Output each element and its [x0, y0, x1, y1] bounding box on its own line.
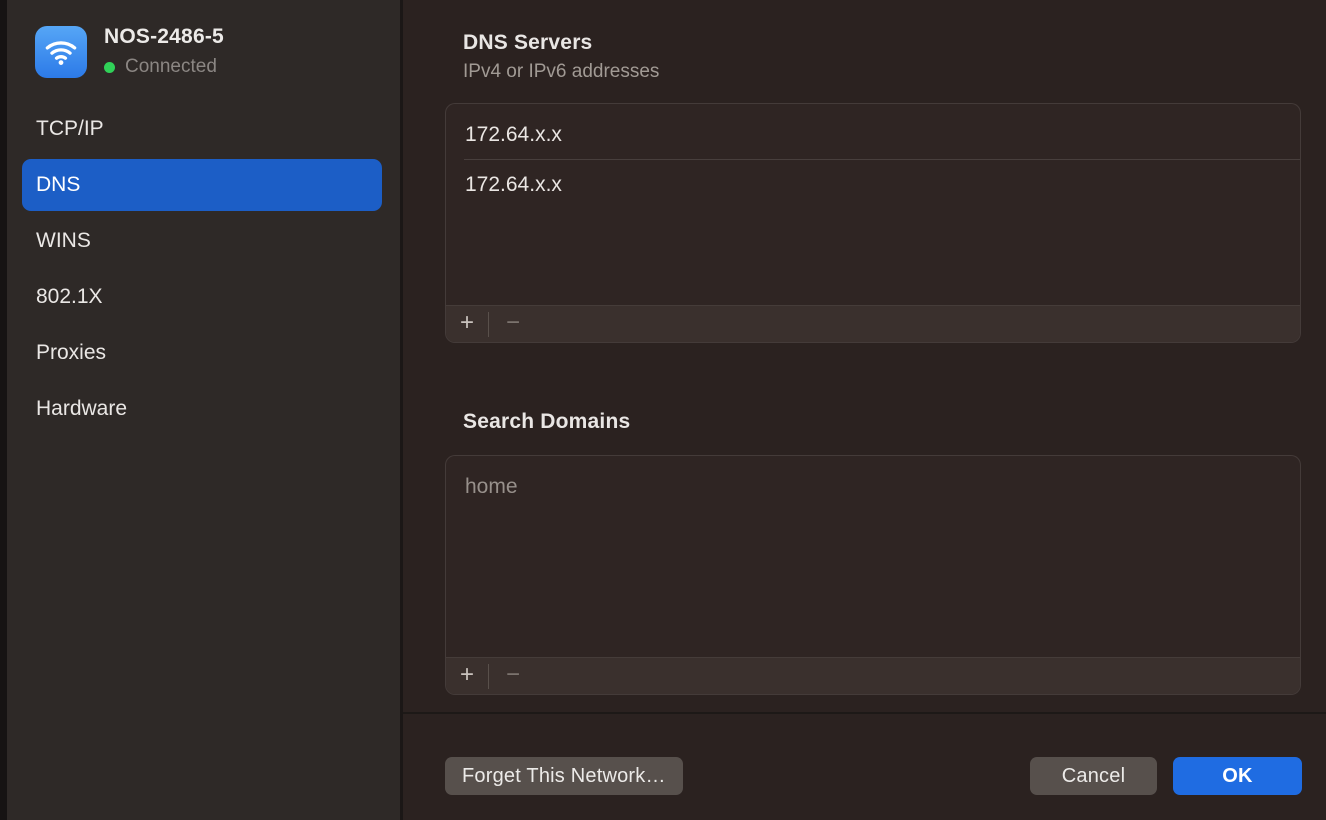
remove-search-domain-button[interactable]: − — [489, 658, 537, 695]
sidebar-item-label: WINS — [36, 229, 91, 253]
network-header: NOS-2486-5 Connected — [35, 25, 224, 78]
remove-dns-server-button[interactable]: − — [489, 306, 537, 343]
sidebar-item-tcpip[interactable]: TCP/IP — [0, 101, 400, 157]
search-domain-entry[interactable]: home — [446, 462, 1300, 511]
footer-divider — [403, 712, 1326, 714]
connection-status: Connected — [125, 56, 217, 78]
sidebar-item-label: TCP/IP — [36, 117, 104, 141]
add-dns-server-button[interactable]: + — [446, 306, 488, 343]
settings-menu: TCP/IP DNS WINS 802.1X Proxies Hardware — [0, 101, 400, 437]
network-details-sidebar: NOS-2486-5 Connected TCP/IP DNS WINS 802… — [0, 0, 400, 820]
dns-server-entry[interactable]: 172.64.x.x — [446, 110, 1300, 159]
cancel-button[interactable]: Cancel — [1030, 757, 1157, 795]
sidebar-item-proxies[interactable]: Proxies — [0, 325, 400, 381]
sidebar-item-label: DNS — [36, 173, 80, 197]
ok-button[interactable]: OK — [1173, 757, 1302, 795]
sidebar-item-label: Proxies — [36, 341, 106, 365]
dns-servers-title: DNS Servers — [463, 31, 592, 55]
dns-settings-panel: DNS Servers IPv4 or IPv6 addresses 172.6… — [403, 0, 1326, 820]
sidebar-item-dns[interactable]: DNS — [0, 157, 400, 213]
sidebar-item-8021x[interactable]: 802.1X — [0, 269, 400, 325]
forget-network-button[interactable]: Forget This Network… — [445, 757, 683, 795]
sidebar-item-label: Hardware — [36, 397, 127, 421]
wifi-icon — [35, 26, 87, 78]
sidebar-item-wins[interactable]: WINS — [0, 213, 400, 269]
screen-edge — [0, 0, 7, 820]
dns-server-entry[interactable]: 172.64.x.x — [446, 160, 1300, 209]
dns-servers-list: 172.64.x.x 172.64.x.x + − — [445, 103, 1301, 343]
dns-servers-subtitle: IPv4 or IPv6 addresses — [463, 61, 659, 83]
search-domains-title: Search Domains — [463, 410, 630, 434]
sidebar-item-hardware[interactable]: Hardware — [0, 381, 400, 437]
search-domains-toolbar: + − — [446, 657, 1300, 694]
search-domains-list: home + − — [445, 455, 1301, 695]
network-name: NOS-2486-5 — [104, 25, 224, 49]
sidebar-item-label: 802.1X — [36, 285, 103, 309]
connected-status-dot — [104, 62, 115, 73]
dns-servers-toolbar: + − — [446, 305, 1300, 342]
add-search-domain-button[interactable]: + — [446, 658, 488, 695]
